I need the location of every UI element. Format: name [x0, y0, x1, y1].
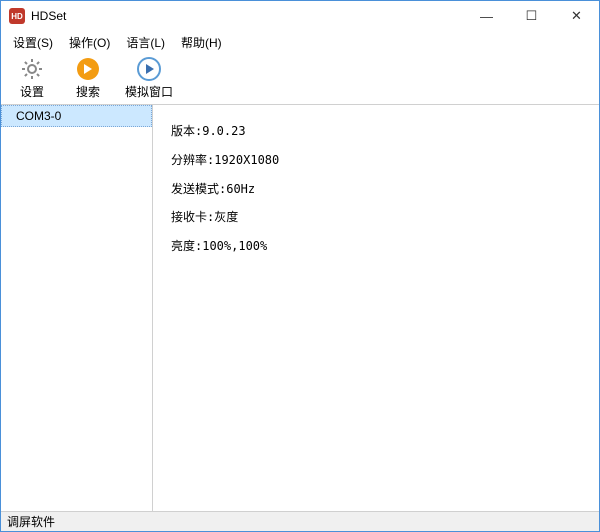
- info-brightness-value: 100%,100%: [202, 239, 267, 253]
- arrow-right-icon: [76, 57, 100, 81]
- statusbar: 调屏软件: [1, 511, 599, 531]
- maximize-button[interactable]: ☐: [509, 2, 554, 31]
- info-receiver-value: 灰度: [214, 210, 238, 224]
- toolbar: 设置 搜索 模拟窗口: [1, 53, 599, 105]
- info-version: 版本:9.0.23: [171, 123, 581, 140]
- info-resolution-label: 分辨率:: [171, 153, 214, 167]
- app-icon: HD: [9, 8, 25, 24]
- info-version-value: 9.0.23: [202, 124, 245, 138]
- app-window: HD HDSet — ☐ ✕ 设置(S) 操作(O) 语言(L) 帮助(H): [0, 0, 600, 532]
- menu-settings[interactable]: 设置(S): [5, 32, 61, 53]
- content-panel: 版本:9.0.23 分辨率:1920X1080 发送模式:60Hz 接收卡:灰度…: [153, 105, 599, 511]
- menu-operation[interactable]: 操作(O): [61, 32, 118, 53]
- info-receiver: 接收卡:灰度: [171, 209, 581, 226]
- statusbar-text: 调屏软件: [7, 513, 55, 530]
- info-resolution-value: 1920X1080: [214, 153, 279, 167]
- titlebar: HD HDSet — ☐ ✕: [1, 1, 599, 31]
- info-sendmode-value: 60Hz: [226, 182, 255, 196]
- close-button[interactable]: ✕: [554, 2, 599, 31]
- main-area: COM3-0 版本:9.0.23 分辨率:1920X1080 发送模式:60Hz…: [1, 105, 599, 511]
- toolbar-simwindow-label: 模拟窗口: [125, 83, 173, 100]
- info-receiver-label: 接收卡:: [171, 210, 214, 224]
- sidebar: COM3-0: [1, 105, 153, 511]
- toolbar-settings-label: 设置: [20, 83, 44, 100]
- toolbar-search-button[interactable]: 搜索: [63, 55, 113, 103]
- gear-icon: [20, 57, 44, 81]
- menu-language[interactable]: 语言(L): [118, 32, 173, 53]
- info-sendmode-label: 发送模式:: [171, 182, 226, 196]
- toolbar-simwindow-button[interactable]: 模拟窗口: [119, 55, 179, 103]
- sidebar-item-com3[interactable]: COM3-0: [1, 105, 152, 127]
- info-sendmode: 发送模式:60Hz: [171, 181, 581, 198]
- menu-help[interactable]: 帮助(H): [173, 32, 230, 53]
- info-version-label: 版本:: [171, 124, 202, 138]
- window-title: HDSet: [31, 9, 66, 23]
- info-brightness-label: 亮度:: [171, 239, 202, 253]
- play-icon: [137, 57, 161, 81]
- info-resolution: 分辨率:1920X1080: [171, 152, 581, 169]
- toolbar-settings-button[interactable]: 设置: [7, 55, 57, 103]
- toolbar-search-label: 搜索: [76, 83, 100, 100]
- minimize-button[interactable]: —: [464, 2, 509, 31]
- info-brightness: 亮度:100%,100%: [171, 238, 581, 255]
- menubar: 设置(S) 操作(O) 语言(L) 帮助(H): [1, 31, 599, 53]
